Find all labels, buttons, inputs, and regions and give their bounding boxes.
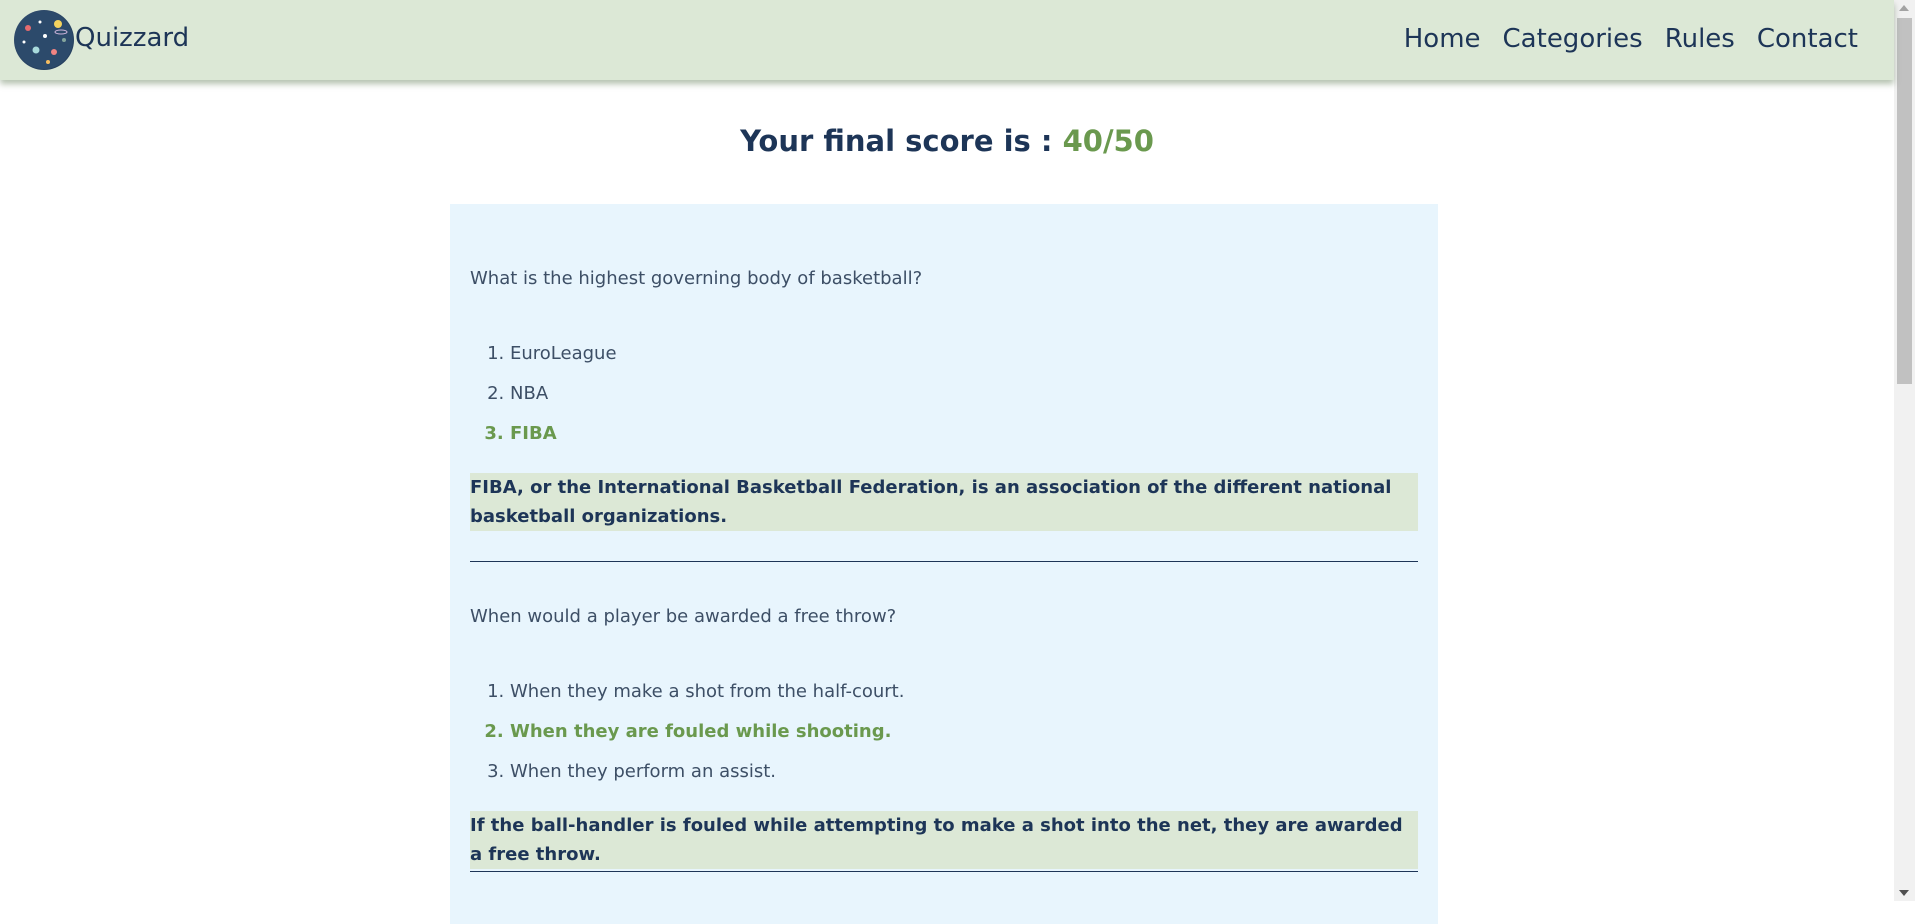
correct-answer-option: FIBA [510,420,617,460]
score-value: 40/50 [1062,124,1154,158]
nav-categories[interactable]: Categories [1503,24,1643,54]
answer-option: NBA [510,380,617,420]
results-panel: What is the highest governing body of ba… [450,204,1438,924]
galaxy-logo-icon[interactable] [14,10,74,70]
score-label: Your final score is : [740,124,1053,158]
page-scrollbar[interactable] [1894,0,1915,901]
nav-home[interactable]: Home [1404,24,1481,54]
question-text: What is the highest governing body of ba… [470,268,923,289]
answer-option: When they make a shot from the half-cour… [510,678,904,718]
nav-contact[interactable]: Contact [1757,24,1858,54]
correct-answer-option: When they are fouled while shooting. [510,718,904,758]
answer-list: EuroLeague NBA FIBA [470,340,617,460]
brand-name[interactable]: Quizzard [75,23,189,53]
nav-rules[interactable]: Rules [1665,24,1735,54]
scroll-up-arrow-icon[interactable] [1899,5,1909,11]
answer-option: EuroLeague [510,340,617,380]
question-divider [470,561,1418,562]
final-score-heading: Your final score is : 40/50 [0,124,1894,158]
answer-explanation: FIBA, or the International Basketball Fe… [470,473,1418,531]
main-nav: Home Categories Rules Contact [1404,24,1858,54]
answer-list: When they make a shot from the half-cour… [470,678,904,798]
top-navbar: Quizzard Home Categories Rules Contact [0,0,1894,80]
scroll-down-arrow-icon[interactable] [1899,890,1909,896]
question-text: When would a player be awarded a free th… [470,606,897,627]
answer-option: When they perform an assist. [510,758,904,798]
scrollbar-thumb[interactable] [1897,18,1912,384]
answer-explanation: If the ball-handler is fouled while atte… [470,811,1418,869]
question-divider [470,871,1418,872]
